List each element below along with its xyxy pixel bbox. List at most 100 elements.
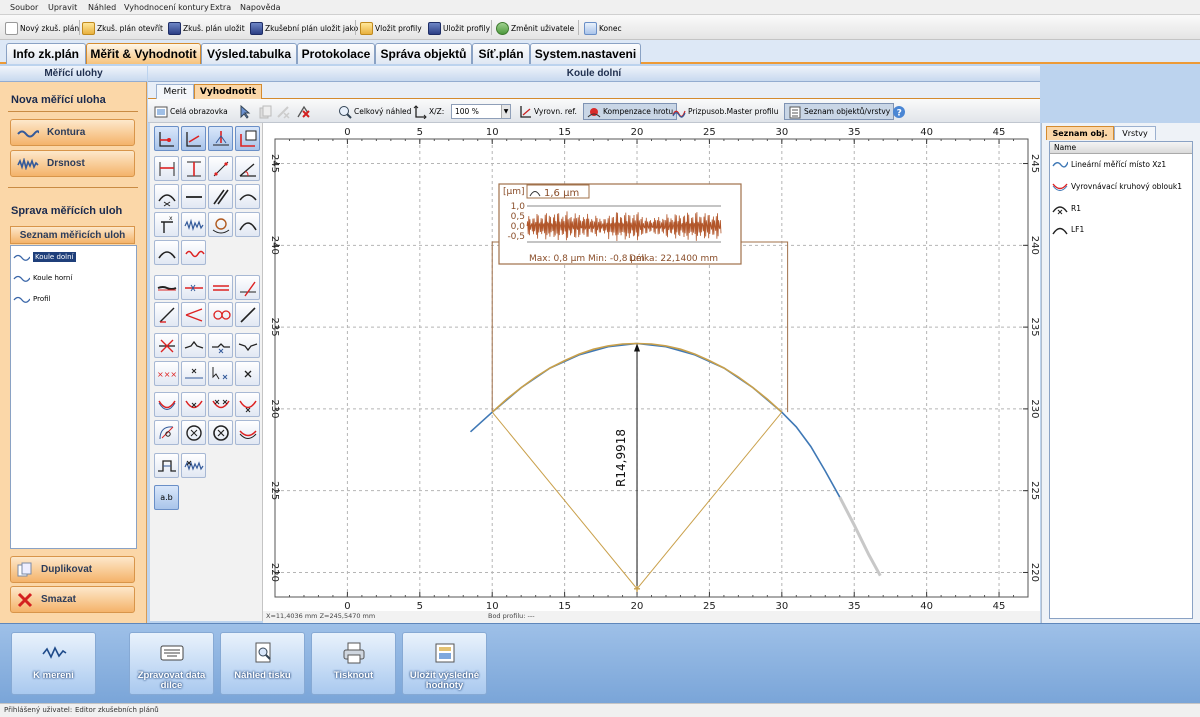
tip-compensation-button[interactable]: Kompenzace hrotu [583, 103, 678, 120]
print-preview-button[interactable]: Náhled tisku [220, 632, 305, 695]
tool-point-on-profile[interactable] [208, 126, 233, 151]
save-plan-as-button[interactable]: Zkušební plán uložit jako [250, 19, 358, 37]
tool-roughness-wave[interactable] [181, 212, 206, 237]
tool-multi-x[interactable]: ××× [154, 361, 179, 386]
delete-all-button[interactable] [296, 103, 310, 120]
tool-smile-arc[interactable] [235, 420, 260, 445]
copy-tool-button[interactable] [258, 103, 272, 120]
tool-filter-2[interactable] [181, 275, 206, 300]
edit-part-data-button[interactable]: Zpravovat data dilce [129, 632, 214, 695]
tool-angle[interactable] [235, 156, 260, 181]
menu-napoveda[interactable]: Napověda [240, 3, 281, 12]
task-list-button[interactable]: Seznam měřicích uloh [10, 226, 135, 244]
tool-filter-4[interactable] [235, 275, 260, 300]
tab-object-management[interactable]: Správa objektů [375, 43, 472, 64]
tool-reference-frame[interactable] [235, 126, 260, 151]
tool-diagonal[interactable] [235, 302, 260, 327]
new-plan-button[interactable]: Nový zkuš. plán [5, 19, 79, 37]
list-item[interactable]: Profil [13, 291, 50, 307]
save-profiles-button[interactable]: Uložit profily [428, 19, 490, 37]
tool-peak[interactable] [181, 333, 206, 358]
save-plan-button[interactable]: Zkuš. plán uložit [168, 19, 245, 37]
select-arrow-button[interactable] [238, 103, 252, 120]
tool-peak-cross[interactable] [208, 333, 233, 358]
tool-slope-line[interactable] [154, 302, 179, 327]
menu-vyhodnoceni[interactable]: Vyhodnocení kontury [124, 3, 209, 12]
list-item[interactable]: Koule dolní [13, 249, 76, 265]
tool-bowl-3[interactable] [208, 392, 233, 417]
tool-slope-distance[interactable] [208, 156, 233, 181]
tab-layers[interactable]: Vrstvy [1114, 126, 1156, 140]
overview-button[interactable]: Celkový náhled [338, 103, 411, 120]
list-item[interactable]: R1 [1052, 201, 1081, 215]
tab-network-plan[interactable]: Síť.plán [472, 43, 530, 64]
tool-filter-3[interactable] [208, 275, 233, 300]
object-list-button[interactable]: Seznam objektů/vrstvy [784, 103, 895, 120]
duplicate-button[interactable]: Duplikovat [10, 556, 135, 583]
zoom-select[interactable]: 100 % ▼ [451, 104, 511, 119]
tool-horizontal-distance[interactable] [154, 156, 179, 181]
master-profile-button[interactable]: Prizpusob.Master profilu [672, 103, 778, 120]
tab-measure[interactable]: Merit [156, 84, 194, 99]
list-item[interactable]: Lineární měřící místo Xz1 [1052, 157, 1166, 171]
tab-info-plan[interactable]: Info zk.plán [6, 43, 86, 64]
tool-filter-1[interactable] [154, 275, 179, 300]
tool-text-label[interactable]: a.b [154, 485, 179, 510]
go-to-measure-button[interactable]: K mereni [11, 632, 96, 695]
tool-arc-fit[interactable] [235, 212, 260, 237]
tool-angle-lines[interactable] [181, 302, 206, 327]
tool-two-circles[interactable] [208, 302, 233, 327]
list-item[interactable]: Vyrovnávací kruhový oblouk1 [1052, 179, 1182, 193]
tool-point-remove[interactable] [181, 361, 206, 386]
open-plan-button[interactable]: Zkuš. plán otevřít [82, 19, 163, 37]
save-results-button[interactable]: Uložit výsledné hodnoty [402, 632, 487, 695]
align-reference-button[interactable]: Vyrovn. ref. [518, 103, 577, 120]
tool-point-coordinate[interactable] [154, 126, 179, 151]
tool-select-area[interactable] [208, 361, 233, 386]
tab-measure-evaluate[interactable]: Měřit & Vyhodnotit [86, 43, 201, 64]
roughness-button[interactable]: Drsnost [10, 150, 135, 177]
xz-ratio-button[interactable]: X/Z: [413, 103, 444, 120]
list-item[interactable]: LF1 [1052, 222, 1084, 236]
insert-profiles-button[interactable]: Vložit profily [360, 19, 422, 37]
tool-circle-radius[interactable] [154, 184, 179, 209]
tool-step[interactable] [154, 453, 179, 478]
fullscreen-button[interactable]: Celá obrazovka [154, 103, 228, 120]
tool-distance-coordinate[interactable] [181, 126, 206, 151]
tool-intersection[interactable]: x [154, 212, 179, 237]
tool-single-x[interactable] [235, 361, 260, 386]
tool-circle-x[interactable] [208, 420, 233, 445]
tab-evaluate[interactable]: Vyhodnotit [194, 84, 262, 99]
tool-parallel-lines[interactable] [208, 184, 233, 209]
help-button[interactable]: ? [892, 103, 906, 120]
tool-valley[interactable] [235, 333, 260, 358]
change-user-button[interactable]: Změnit uživatele [496, 19, 574, 37]
tool-wave-red[interactable] [181, 240, 206, 265]
list-item[interactable]: Koule horní [13, 270, 72, 286]
tab-protocol[interactable]: Protokolace [297, 43, 375, 64]
tool-bowl-2[interactable] [181, 392, 206, 417]
tool-half-arc[interactable] [154, 240, 179, 265]
tool-vertical-distance[interactable] [181, 156, 206, 181]
menu-nahled[interactable]: Náhled [88, 3, 116, 12]
tool-circle-cross[interactable] [181, 420, 206, 445]
tool-arc[interactable] [235, 184, 260, 209]
tool-circle-arc[interactable] [154, 420, 179, 445]
tool-bowl-1[interactable] [154, 392, 179, 417]
contour-button[interactable]: Kontura [10, 119, 135, 146]
menu-extra[interactable]: Extra [210, 3, 231, 12]
delete-button[interactable]: Smazat [10, 586, 135, 613]
menu-upravit[interactable]: Upravit [48, 3, 77, 12]
print-button[interactable]: Tisknout [311, 632, 396, 695]
tool-bowl-4[interactable] [235, 392, 260, 417]
menu-soubor[interactable]: Soubor [10, 3, 38, 12]
exit-button[interactable]: Konec [584, 19, 622, 37]
delete-point-button[interactable] [276, 103, 290, 120]
tab-system-settings[interactable]: System.nastaveni [530, 43, 641, 64]
tab-result-table[interactable]: Výsled.tabulka [201, 43, 297, 64]
tool-wave-compare[interactable] [181, 453, 206, 478]
tool-line[interactable] [181, 184, 206, 209]
evaluation-plot[interactable]: 0 0 5 5 10 10 15 15 20 20 25 25 30 30 35 35 40 40 45 45 220 2… [263, 123, 1040, 612]
tool-delete-point[interactable] [154, 333, 179, 358]
tab-object-list[interactable]: Seznam obj. [1046, 126, 1114, 140]
